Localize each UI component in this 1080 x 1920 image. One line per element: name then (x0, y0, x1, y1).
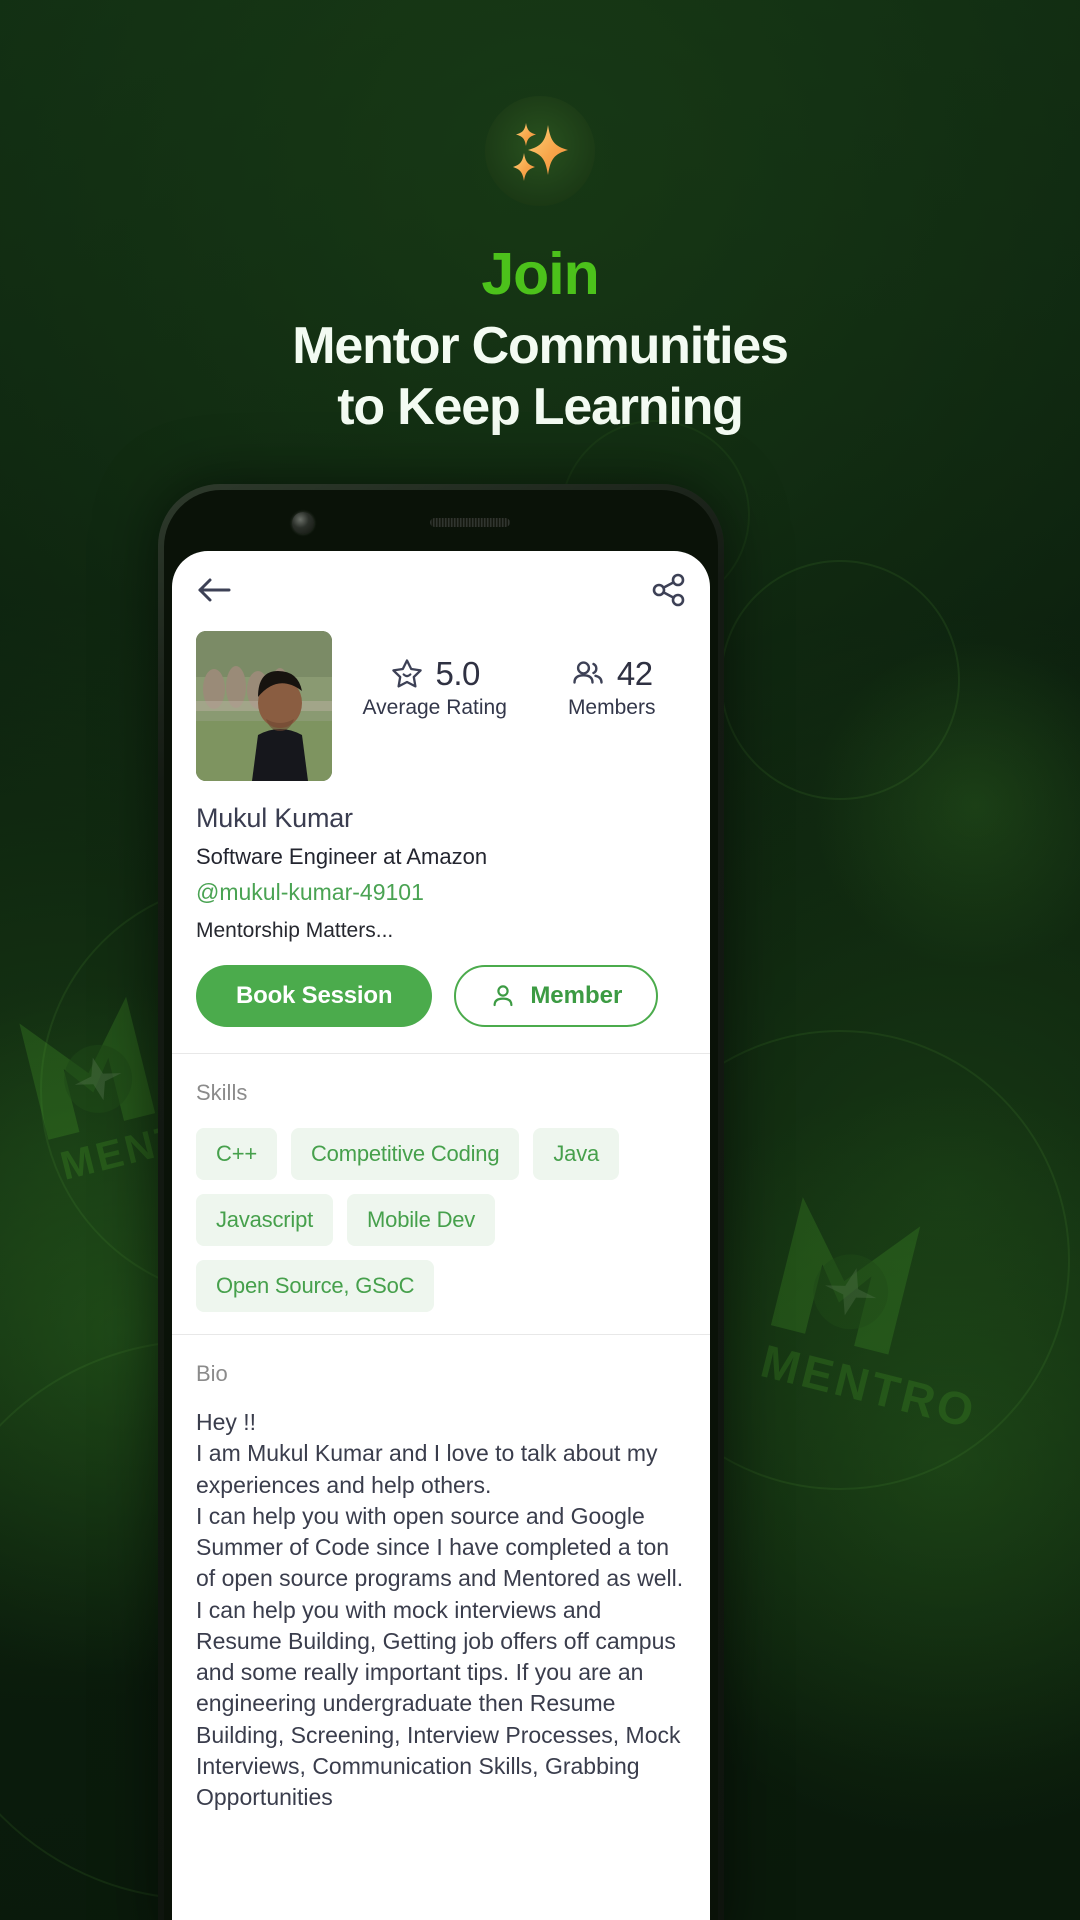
hero-eyebrow: Join (481, 241, 599, 307)
stat-average-rating: 5.0 Average Rating (363, 655, 507, 720)
stat-label: Members (567, 696, 656, 719)
avatar (196, 631, 332, 781)
bio-title: Bio (196, 1361, 228, 1386)
bio-section: Bio Hey !! I am Mukul Kumar and I love t… (172, 1335, 710, 1835)
profile-name: Mukul Kumar (196, 803, 353, 833)
skill-chip[interactable]: Mobile Dev (347, 1194, 496, 1246)
stat-label: Average Rating (362, 696, 507, 719)
share-button[interactable] (652, 573, 686, 607)
phone-bezel: 5.0 Average Rating 42 Members Mukul Kuma… (164, 490, 718, 1920)
profile-role: Software Engineer at Amazon (196, 844, 488, 869)
bio-text: Hey !! I am Mukul Kumar and I love to ta… (196, 1409, 684, 1811)
hero-section: Join Mentor Communities to Keep Learning (0, 0, 1080, 438)
earpiece-speaker (430, 518, 510, 527)
app-topbar (172, 551, 710, 617)
star-smile-icon (391, 659, 422, 688)
phone-top-bezel (172, 496, 710, 551)
member-button[interactable]: Member (454, 965, 659, 1027)
stat-value: 42 (616, 655, 653, 692)
arrow-left-icon (198, 578, 231, 602)
profile-handle[interactable]: @mukul-kumar-49101 (172, 870, 710, 906)
person-icon (493, 985, 513, 1007)
skills-title: Skills (196, 1080, 248, 1105)
skill-chip[interactable]: C++ (196, 1128, 277, 1180)
book-session-button[interactable]: Book Session (196, 965, 433, 1027)
svg-text:MENTRO: MENTRO (756, 1335, 982, 1439)
phone-mockup: 5.0 Average Rating 42 Members Mukul Kuma… (158, 484, 724, 1920)
hero-headline-line2: to Keep Learning (337, 377, 744, 436)
skills-chip-list: C++ Competitive Coding Java Javascript M… (196, 1128, 686, 1312)
skill-chip[interactable]: Javascript (196, 1194, 334, 1246)
back-button[interactable] (196, 575, 234, 605)
share-icon (652, 573, 685, 607)
profile-header-row: 5.0 Average Rating 42 Members (172, 617, 710, 781)
bg-ring-4 (720, 560, 960, 800)
skills-section: Skills C++ Competitive Coding Java Javas… (172, 1054, 710, 1334)
profile-tagline: Mentorship Matters... (196, 919, 394, 942)
profile-actions: Book Session Member (172, 943, 710, 1053)
sparkle-badge (485, 96, 595, 206)
hero-headline-line1: Mentor Communities (292, 316, 789, 375)
member-button-label: Member (530, 982, 623, 1009)
stat-value: 5.0 (435, 655, 481, 692)
skill-chip[interactable]: Java (533, 1128, 620, 1180)
front-camera-icon (292, 512, 314, 534)
people-icon (573, 661, 603, 684)
skill-chip[interactable]: Open Source, GSoC (196, 1260, 435, 1312)
stat-members: 42 Members (568, 655, 656, 720)
skill-chip[interactable]: Competitive Coding (290, 1128, 520, 1180)
app-screen: 5.0 Average Rating 42 Members Mukul Kuma… (172, 551, 710, 1920)
sparkle-icon (513, 123, 568, 181)
profile-stats: 5.0 Average Rating 42 Members (332, 631, 686, 720)
